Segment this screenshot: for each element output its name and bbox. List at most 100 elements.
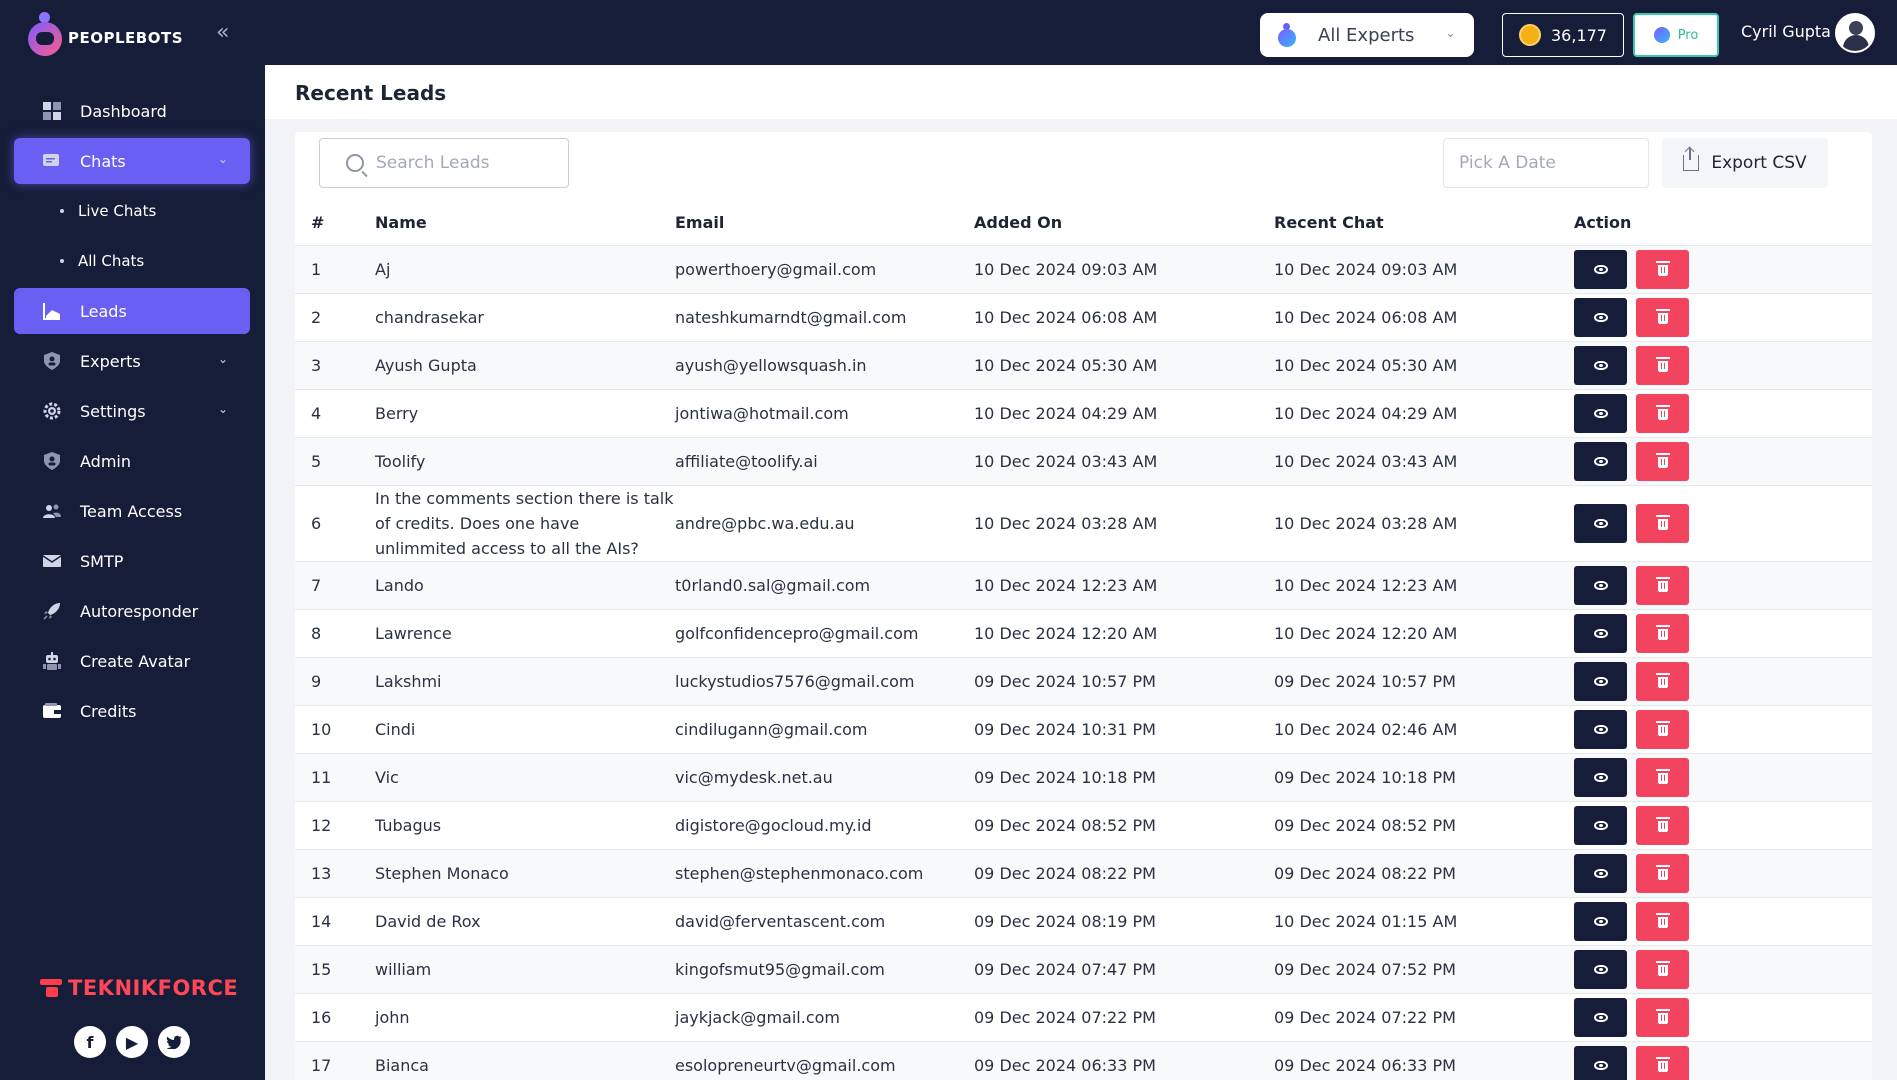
view-lead-button[interactable] — [1574, 345, 1627, 385]
delete-lead-button[interactable] — [1636, 249, 1689, 289]
search-input[interactable] — [376, 153, 556, 173]
sidebar-item-live-chats[interactable]: Live Chats — [14, 188, 250, 234]
delete-lead-button[interactable] — [1636, 441, 1689, 481]
delete-lead-button[interactable] — [1636, 393, 1689, 433]
view-lead-button[interactable] — [1574, 757, 1627, 797]
experts-dropdown[interactable]: All Experts ⌄ — [1260, 13, 1474, 57]
lead-name: Lando — [375, 561, 675, 610]
lead-recent-chat: 10 Dec 2024 06:08 AM — [1274, 293, 1574, 342]
teknikforce-brand[interactable]: TEKNIKFORCE — [40, 976, 238, 1000]
delete-lead-button[interactable] — [1636, 661, 1689, 701]
sidebar-item-label: Leads — [80, 301, 127, 321]
delete-lead-button[interactable] — [1636, 1045, 1689, 1080]
row-actions — [1574, 485, 1872, 562]
table-row: 15 william kingofsmut95@gmail.com 09 Dec 20… — [295, 945, 1872, 994]
lead-name: Vic — [375, 753, 675, 802]
sidebar-item-label: All Chats — [78, 252, 145, 270]
lead-name: Toolify — [375, 437, 675, 486]
sidebar-item-credits[interactable]: Credits — [14, 688, 250, 734]
view-lead-button[interactable] — [1574, 949, 1627, 989]
delete-lead-button[interactable] — [1636, 997, 1689, 1037]
delete-lead-button[interactable] — [1636, 949, 1689, 989]
collapse-sidebar-icon[interactable]: « — [216, 20, 229, 45]
lead-recent-chat: 10 Dec 2024 03:28 AM — [1274, 485, 1574, 562]
table-row: 2 chandrasekar nateshkumarndt@gmail.com 10 … — [295, 293, 1872, 342]
brand-text: TEKNIKFORCE — [68, 976, 239, 1000]
view-lead-button[interactable] — [1574, 503, 1627, 543]
app-logo[interactable]: PEOPLEBOTS — [26, 12, 183, 56]
view-lead-button[interactable] — [1574, 901, 1627, 941]
delete-lead-button[interactable] — [1636, 345, 1689, 385]
row-actions — [1574, 657, 1872, 706]
table-row: 1 Aj powerthoery@gmail.com 10 Dec 2024 09:0… — [295, 245, 1872, 294]
credits-value: 36,177 — [1551, 25, 1607, 45]
sidebar-item-leads[interactable]: Leads — [14, 288, 250, 334]
delete-lead-button[interactable] — [1636, 901, 1689, 941]
sidebar-item-dashboard[interactable]: Dashboard — [14, 88, 250, 134]
table-row: 10 Cindi cindilugann@gmail.com 09 Dec 2024 … — [295, 705, 1872, 754]
sidebar-item-settings[interactable]: Settings ⌄ — [14, 388, 250, 434]
view-lead-button[interactable] — [1574, 565, 1627, 605]
view-lead-button[interactable] — [1574, 297, 1627, 337]
delete-lead-button[interactable] — [1636, 757, 1689, 797]
view-lead-button[interactable] — [1574, 1045, 1627, 1080]
eye-icon — [1593, 868, 1608, 878]
view-lead-button[interactable] — [1574, 853, 1627, 893]
view-lead-button[interactable] — [1574, 661, 1627, 701]
lead-recent-chat: 09 Dec 2024 07:52 PM — [1274, 945, 1574, 994]
view-lead-button[interactable] — [1574, 709, 1627, 749]
trash-icon — [1655, 357, 1670, 372]
dashboard-icon — [42, 101, 62, 121]
twitter-icon[interactable] — [158, 1026, 190, 1058]
export-csv-button[interactable]: Export CSV — [1662, 138, 1828, 188]
sidebar-item-admin[interactable]: Admin — [14, 438, 250, 484]
date-picker-input[interactable] — [1443, 138, 1649, 188]
peoplebots-logo-icon — [26, 12, 62, 56]
trash-icon — [1655, 1009, 1670, 1024]
row-number: 1 — [295, 245, 375, 294]
delete-lead-button[interactable] — [1636, 503, 1689, 543]
view-lead-button[interactable] — [1574, 249, 1627, 289]
facebook-icon[interactable]: f — [74, 1026, 106, 1058]
trash-icon — [1655, 309, 1670, 324]
view-lead-button[interactable] — [1574, 997, 1627, 1037]
user-name[interactable]: Cyril Gupta — [1741, 22, 1831, 41]
avatar[interactable] — [1835, 13, 1875, 53]
sidebar-item-smtp[interactable]: SMTP — [14, 538, 250, 584]
table-row: 6 In the comments section there is talk o… — [295, 485, 1872, 562]
delete-lead-button[interactable] — [1636, 297, 1689, 337]
social-links: f ▶ — [74, 1026, 200, 1058]
lead-email: powerthoery@gmail.com — [675, 245, 974, 294]
pro-icon — [1653, 27, 1670, 43]
delete-lead-button[interactable] — [1636, 805, 1689, 845]
sidebar-item-autoresponder[interactable]: Autoresponder — [14, 588, 250, 634]
row-number: 6 — [295, 485, 375, 562]
row-actions — [1574, 993, 1872, 1042]
delete-lead-button[interactable] — [1636, 709, 1689, 749]
delete-lead-button[interactable] — [1636, 613, 1689, 653]
view-lead-button[interactable] — [1574, 805, 1627, 845]
youtube-icon[interactable]: ▶ — [116, 1026, 148, 1058]
sidebar-item-all-chats[interactable]: All Chats — [14, 238, 250, 284]
lead-email: digistore@gocloud.my.id — [675, 801, 974, 850]
delete-lead-button[interactable] — [1636, 565, 1689, 605]
view-lead-button[interactable] — [1574, 441, 1627, 481]
sidebar-item-team-access[interactable]: Team Access — [14, 488, 250, 534]
sidebar-item-chats[interactable]: Chats ⌄ — [14, 138, 250, 184]
table-row: 4 Berry jontiwa@hotmail.com 10 Dec 2024 04:… — [295, 389, 1872, 438]
sidebar-item-experts[interactable]: Experts ⌄ — [14, 338, 250, 384]
table-row: 5 Toolify affiliate@toolify.ai 10 Dec 2024 … — [295, 437, 1872, 486]
view-lead-button[interactable] — [1574, 613, 1627, 653]
sidebar-item-label: Autoresponder — [80, 601, 199, 621]
view-lead-button[interactable] — [1574, 393, 1627, 433]
row-actions — [1574, 945, 1872, 994]
credits-balance[interactable]: 36,177 — [1502, 13, 1624, 57]
plan-badge[interactable]: Pro — [1633, 13, 1719, 57]
row-number: 8 — [295, 609, 375, 658]
sidebar-item-create-avatar[interactable]: Create Avatar — [14, 638, 250, 684]
lead-recent-chat: 10 Dec 2024 12:23 AM — [1274, 561, 1574, 610]
row-actions — [1574, 245, 1872, 294]
table-row: 14 David de Rox david@ferventascent.com 09 … — [295, 897, 1872, 946]
search-box — [319, 138, 569, 188]
delete-lead-button[interactable] — [1636, 853, 1689, 893]
